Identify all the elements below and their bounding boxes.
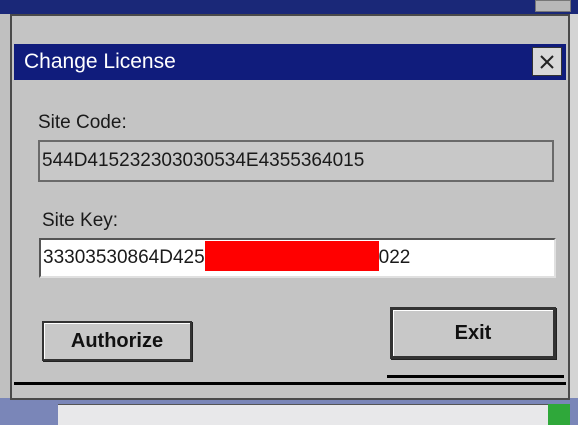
authorize-button[interactable]: Authorize	[42, 321, 192, 361]
background-window-pane	[58, 404, 548, 425]
site-key-prefix: 33303530864D425	[43, 247, 205, 268]
divider	[387, 375, 564, 378]
close-button[interactable]	[532, 47, 562, 76]
divider	[14, 382, 566, 385]
change-license-dialog: Change License Site Code: 544D4152323030…	[10, 14, 570, 400]
site-key-label: Site Key:	[42, 210, 119, 231]
close-icon	[540, 54, 554, 69]
dialog-title: Change License	[24, 50, 176, 73]
redaction-block	[204, 240, 379, 271]
site-key-input[interactable]: 33303530864D425 022	[39, 238, 556, 278]
background-window-edge-left	[0, 14, 10, 404]
exit-button[interactable]: Exit	[390, 307, 556, 359]
site-code-label: Site Code:	[38, 112, 127, 133]
site-code-field[interactable]: 544D415232303030534E4355364015	[38, 140, 554, 182]
dialog-titlebar[interactable]: Change License	[14, 44, 566, 80]
site-key-suffix: 022	[378, 247, 411, 268]
background-window-close-button[interactable]	[535, 0, 571, 12]
background-window-edge-right	[570, 14, 578, 404]
background-window-titlebar	[0, 0, 578, 14]
background-status-indicator	[548, 404, 570, 425]
